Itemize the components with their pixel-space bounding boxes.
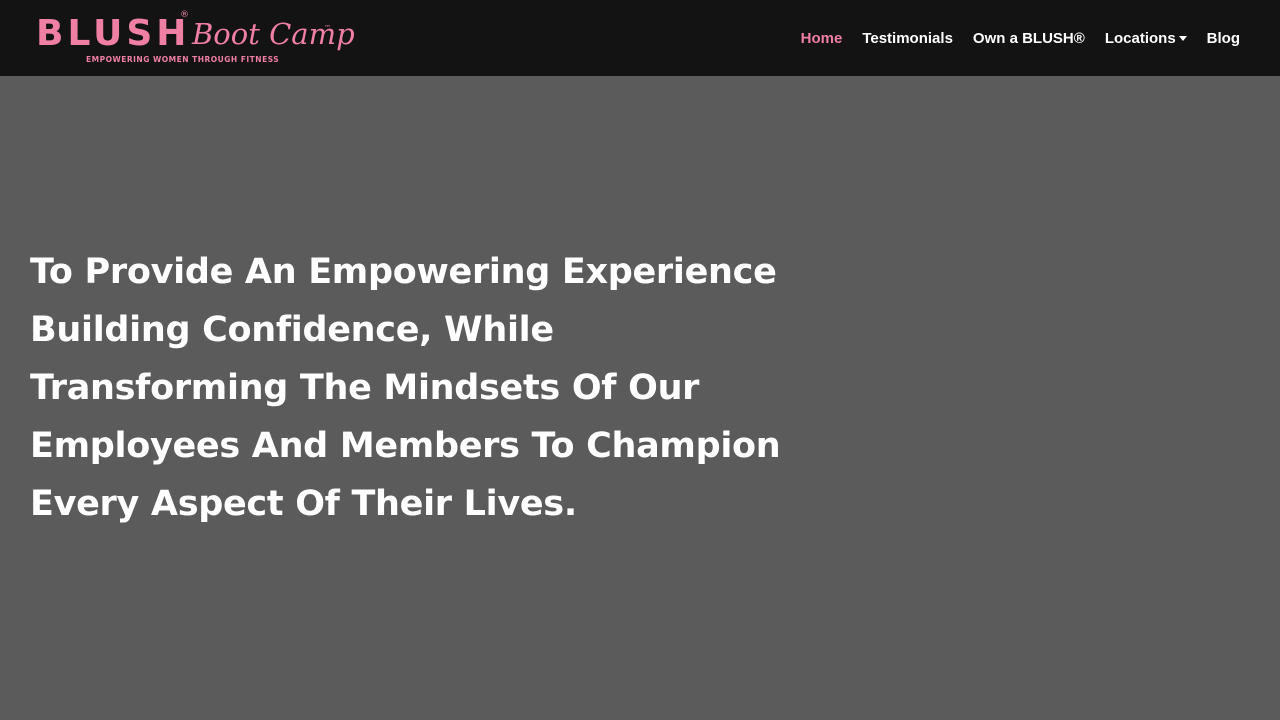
logo-tagline: EMPOWERING WOMEN THROUGH FITNESS <box>86 55 280 64</box>
caret-down-icon <box>1178 36 1187 41</box>
nav-item-locations: Locations <box>1105 30 1187 47</box>
logo-script-text: Boot Camp <box>192 17 355 51</box>
nav-item-testimonials: Testimonials <box>862 30 953 47</box>
logo-registered-mark: ® <box>180 10 189 20</box>
nav-list: Home Testimonials Own a BLUSH® Locations… <box>801 0 1240 76</box>
nav-item-own-a-blush: Own a BLUSH® <box>973 30 1085 47</box>
nav-link-own-a-blush[interactable]: Own a BLUSH® <box>973 30 1085 47</box>
nav-link-home[interactable]: Home <box>801 30 843 47</box>
nav-item-home: Home <box>801 30 843 47</box>
blush-logo[interactable]: BLUSH ® Boot Camp ™ EMPOWERING WOMEN THR… <box>36 10 355 68</box>
logo-trademark: ™ <box>324 24 331 32</box>
logo-wordmark: BLUSH <box>36 13 191 54</box>
nav-link-locations[interactable]: Locations <box>1105 30 1187 47</box>
nav-locations-label: Locations <box>1104 29 1176 47</box>
nav-item-blog: Blog <box>1207 30 1240 47</box>
hero-mission-statement: To Provide An Empowering Experience Buil… <box>30 252 781 524</box>
nav-link-testimonials[interactable]: Testimonials <box>862 30 953 47</box>
site-header: BLUSH ® Boot Camp ™ EMPOWERING WOMEN THR… <box>0 0 1280 76</box>
nav-link-blog[interactable]: Blog <box>1207 30 1240 47</box>
